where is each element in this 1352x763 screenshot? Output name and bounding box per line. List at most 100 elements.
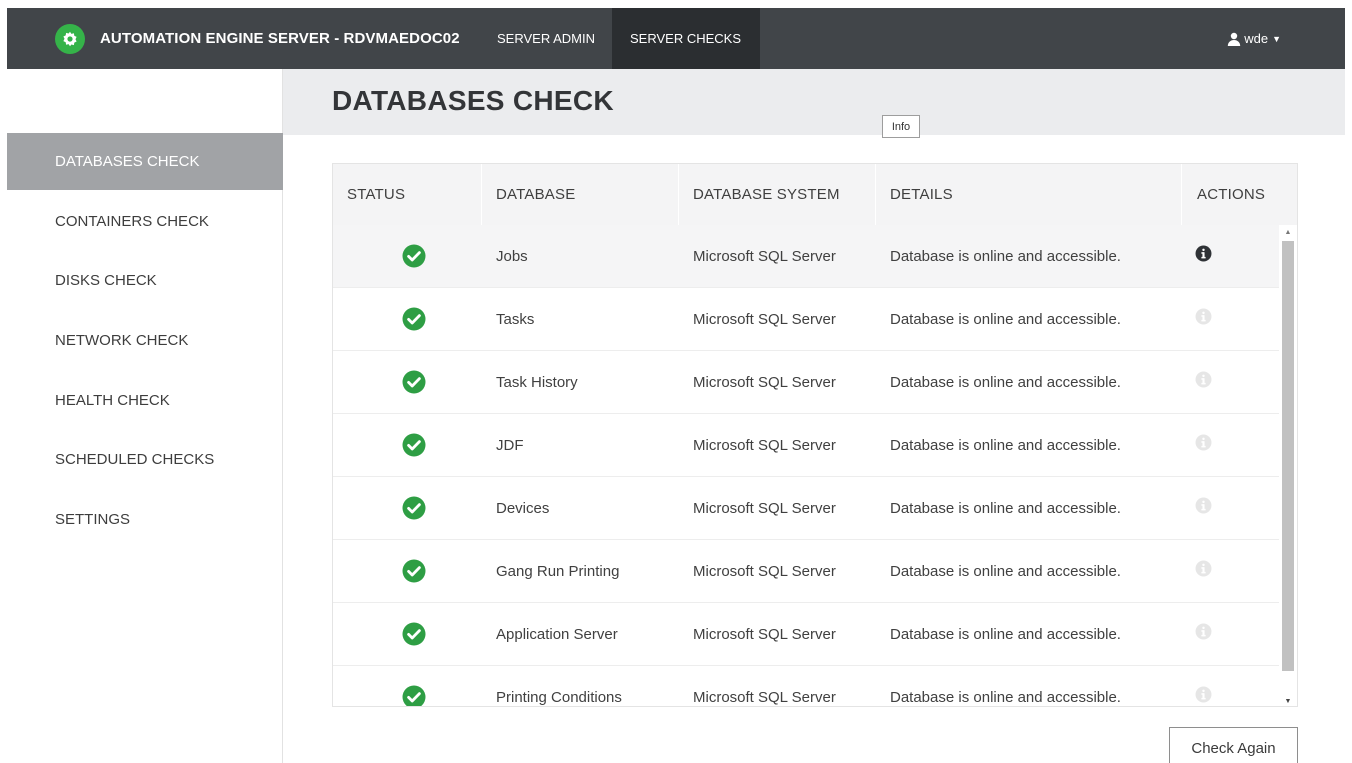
status-ok-check-icon (402, 244, 426, 268)
tab-server-checks[interactable]: SERVER CHECKS (612, 8, 760, 69)
status-cell (402, 351, 426, 413)
table-scrollbar[interactable]: ▲ ▼ (1279, 225, 1297, 706)
user-name: wde (1244, 31, 1269, 46)
actions-cell (1195, 285, 1212, 347)
status-cell (402, 603, 426, 665)
databases-table: STATUS DATABASE DATABASE SYSTEM DETAILS … (332, 163, 1298, 707)
status-cell (402, 666, 426, 706)
info-icon[interactable] (1195, 434, 1212, 451)
sidebar-item-settings[interactable]: SETTINGS (7, 491, 283, 548)
actions-cell (1195, 411, 1212, 473)
column-header-database-system[interactable]: DATABASE SYSTEM (693, 164, 840, 225)
sidebar-item-label: HEALTH CHECK (55, 392, 170, 409)
user-icon (1228, 32, 1241, 46)
sidebar-item-containers-check[interactable]: CONTAINERS CHECK (7, 193, 283, 250)
brand[interactable]: AUTOMATION ENGINE SERVER - RDVMAEDOC02 (55, 8, 460, 69)
sidebar-item-health-check[interactable]: HEALTH CHECK (7, 372, 283, 429)
database-system: Microsoft SQL Server (693, 688, 836, 706)
status-ok-check-icon (402, 370, 426, 394)
info-icon[interactable] (1195, 560, 1212, 577)
scroll-down-arrow-icon[interactable]: ▼ (1279, 694, 1297, 706)
database-name: Jobs (496, 247, 528, 265)
status-cell (402, 225, 426, 287)
table-row[interactable]: Application Server Microsoft SQL Server Da… (333, 603, 1279, 666)
info-tooltip: Info (882, 115, 920, 138)
database-name: Task History (496, 373, 578, 391)
actions-cell (1195, 663, 1212, 706)
table-row[interactable]: Gang Run Printing Microsoft SQL Server Dat… (333, 540, 1279, 603)
database-system: Microsoft SQL Server (693, 562, 836, 580)
column-divider (1181, 164, 1182, 225)
column-header-actions[interactable]: ACTIONS (1197, 164, 1265, 225)
database-name: Application Server (496, 625, 618, 643)
column-header-database[interactable]: DATABASE (496, 164, 575, 225)
database-details: Database is online and accessible. (890, 436, 1121, 454)
actions-cell (1195, 225, 1212, 284)
page-title: DATABASES CHECK (332, 85, 614, 116)
page-header: DATABASES CHECK (283, 69, 1345, 135)
table-row[interactable]: Devices Microsoft SQL Server Database is o… (333, 477, 1279, 540)
table-row[interactable]: Tasks Microsoft SQL Server Database is onl… (333, 288, 1279, 351)
sidebar-item-network-check[interactable]: NETWORK CHECK (7, 312, 283, 369)
info-icon[interactable] (1195, 245, 1212, 262)
tab-server-admin-label: SERVER ADMIN (497, 31, 596, 46)
status-ok-check-icon (402, 496, 426, 520)
column-divider (678, 164, 679, 225)
database-system: Microsoft SQL Server (693, 499, 836, 517)
table-row[interactable]: Jobs Microsoft SQL Server Database is onli… (333, 225, 1279, 288)
info-icon[interactable] (1195, 371, 1212, 388)
sidebar-item-disks-check[interactable]: DISKS CHECK (7, 252, 283, 309)
status-ok-check-icon (402, 622, 426, 646)
database-name: JDF (496, 436, 524, 454)
sidebar-item-scheduled-checks[interactable]: SCHEDULED CHECKS (7, 431, 283, 488)
sidebar-item-label: SETTINGS (55, 511, 131, 528)
sidebar-item-label: DISKS CHECK (55, 272, 157, 289)
database-details: Database is online and accessible. (890, 499, 1121, 517)
sidebar-item-label: DATABASES CHECK (55, 153, 200, 170)
database-name: Tasks (496, 310, 535, 328)
column-divider (875, 164, 876, 225)
database-details: Database is online and accessible. (890, 310, 1121, 328)
check-again-button[interactable]: Check Again (1169, 727, 1298, 763)
database-name: Printing Conditions (496, 688, 622, 706)
status-ok-check-icon (402, 307, 426, 331)
user-menu[interactable]: wde ▼ (1227, 8, 1281, 69)
scroll-up-arrow-icon[interactable]: ▲ (1279, 225, 1297, 239)
status-cell (402, 540, 426, 602)
column-header-details[interactable]: DETAILS (890, 164, 953, 225)
table-row[interactable]: Printing Conditions Microsoft SQL Server D… (333, 663, 1279, 706)
database-system: Microsoft SQL Server (693, 310, 836, 328)
info-icon[interactable] (1195, 308, 1212, 325)
database-system: Microsoft SQL Server (693, 436, 836, 454)
tab-server-admin[interactable]: SERVER ADMIN (479, 8, 613, 69)
info-icon[interactable] (1195, 686, 1212, 703)
actions-cell (1195, 600, 1212, 662)
actions-cell (1195, 474, 1212, 536)
database-system: Microsoft SQL Server (693, 625, 836, 643)
sidebar-item-label: CONTAINERS CHECK (55, 213, 209, 230)
info-icon[interactable] (1195, 623, 1212, 640)
status-cell (402, 288, 426, 350)
database-system: Microsoft SQL Server (693, 247, 836, 265)
scrollbar-thumb[interactable] (1282, 241, 1294, 671)
tab-server-checks-label: SERVER CHECKS (630, 31, 742, 46)
database-name: Gang Run Printing (496, 562, 620, 580)
actions-cell (1195, 537, 1212, 599)
sidebar-item-label: SCHEDULED CHECKS (55, 451, 215, 468)
sidebar-item-databases-check[interactable]: DATABASES CHECK (7, 133, 283, 190)
status-ok-check-icon (402, 685, 426, 706)
status-ok-check-icon (402, 559, 426, 583)
column-header-status[interactable]: STATUS (347, 164, 405, 225)
table-row[interactable]: JDF Microsoft SQL Server Database is onlin… (333, 414, 1279, 477)
gear-logo-icon (55, 23, 85, 54)
database-details: Database is online and accessible. (890, 247, 1121, 265)
column-divider (481, 164, 482, 225)
status-cell (402, 477, 426, 539)
sidebar: DATABASES CHECK CONTAINERS CHECK DISKS C… (7, 69, 283, 763)
sidebar-item-label: NETWORK CHECK (55, 332, 189, 349)
top-navigation-bar: AUTOMATION ENGINE SERVER - RDVMAEDOC02 S… (7, 8, 1345, 69)
table-row[interactable]: Task History Microsoft SQL Server Database… (333, 351, 1279, 414)
info-icon[interactable] (1195, 497, 1212, 514)
table-body: Jobs Microsoft SQL Server Database is onli… (333, 225, 1279, 706)
status-ok-check-icon (402, 433, 426, 457)
